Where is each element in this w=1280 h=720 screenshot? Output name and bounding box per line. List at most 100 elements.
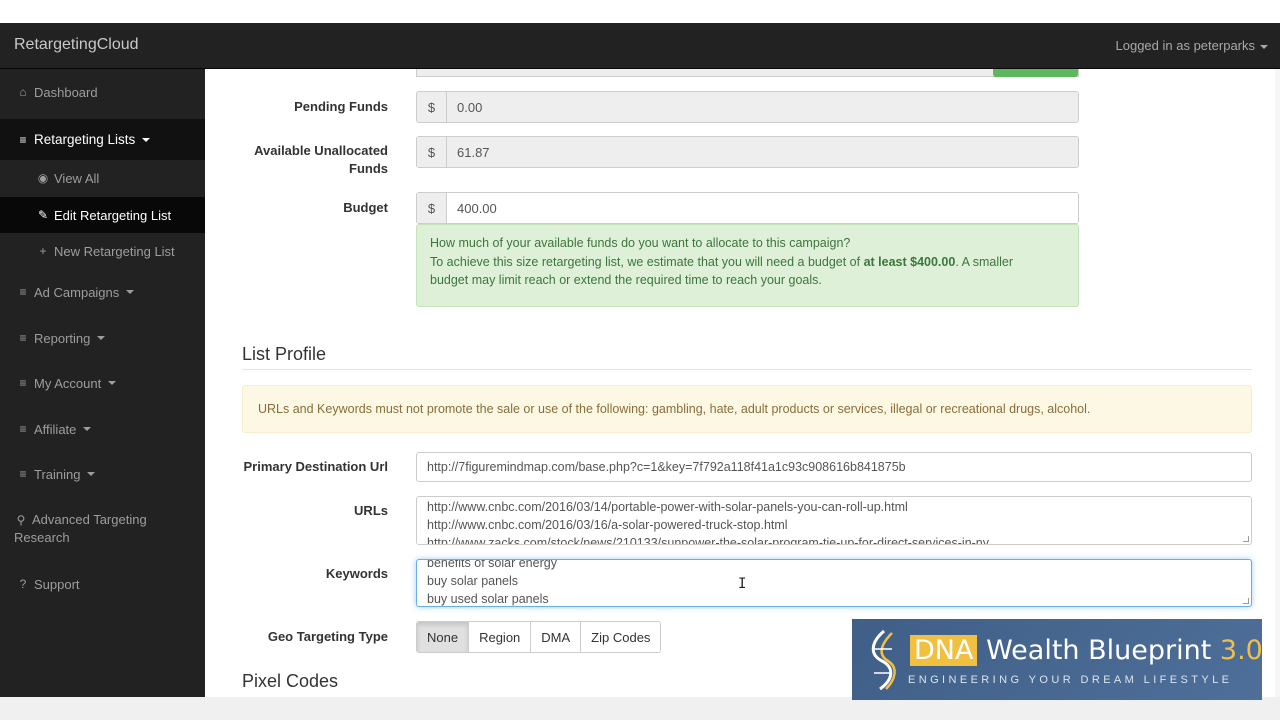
bars-icon: ≡ bbox=[19, 467, 27, 481]
content-policy-alert: URLs and Keywords must not promote the s… bbox=[242, 385, 1252, 433]
budget-help-line3: budget may limit reach or extend the req… bbox=[430, 273, 822, 287]
watermark-badge: DNA Wealth Blueprint 3.0 ENGINEERING YOU… bbox=[852, 619, 1263, 700]
sidebar-item-label: View All bbox=[54, 170, 100, 186]
keywords-textarea[interactable]: benefits of solar energy buy solar panel… bbox=[416, 559, 1252, 607]
sidebar-item-label: Support bbox=[34, 576, 80, 592]
resize-handle-icon[interactable] bbox=[1243, 536, 1249, 542]
sidebar-item-label: Reporting bbox=[34, 330, 91, 346]
pixel-codes-title: Pixel Codes bbox=[242, 671, 339, 691]
budget-label: Budget bbox=[343, 200, 388, 215]
keyword-line: benefits of solar energy bbox=[427, 559, 557, 570]
budget-help-alert: How much of your available funds do you … bbox=[416, 224, 1079, 307]
caret-down-icon bbox=[126, 290, 135, 294]
sidebar-item-label: Training bbox=[34, 466, 81, 482]
available-funds-field: $ 61.87 bbox=[416, 136, 1079, 168]
content-scrollbar[interactable] bbox=[1275, 69, 1280, 697]
caret-down-icon bbox=[108, 381, 117, 385]
sidebar-item-new-retargeting-list[interactable]: + New Retargeting List bbox=[0, 233, 205, 269]
top-band bbox=[0, 0, 1280, 23]
sidebar-item-training[interactable]: ≡ Training bbox=[0, 456, 205, 492]
sidebar-item-affiliate[interactable]: ≡ Affiliate bbox=[0, 411, 205, 447]
primary-destination-url-label: Primary Destination Url bbox=[243, 459, 389, 474]
keyword-line: buy used solar panels bbox=[427, 592, 549, 606]
plus-icon: + bbox=[39, 244, 47, 258]
geo-option-dma[interactable]: DMA bbox=[531, 622, 582, 652]
main-content: Pending Funds $ 0.00 Available Unallocat… bbox=[205, 69, 1280, 697]
sidebar-item-ad-campaigns[interactable]: ≡ Ad Campaigns bbox=[0, 274, 205, 310]
bars-icon: ≡ bbox=[19, 285, 27, 299]
geo-targeting-type-label: Geo Targeting Type bbox=[267, 629, 388, 644]
list-profile-title: List Profile bbox=[242, 344, 327, 364]
screen: RetargetingCloud Logged in as peterparks… bbox=[0, 0, 1280, 720]
logged-in-label: Logged in as peterparks bbox=[1115, 38, 1255, 53]
section-divider bbox=[242, 369, 1252, 370]
caret-down-icon bbox=[83, 427, 92, 431]
sidebar-item-support[interactable]: ? Support bbox=[0, 566, 205, 602]
primary-destination-url-input[interactable]: http://7figuremindmap.com/base.php?c=1&k… bbox=[416, 452, 1252, 482]
sidebar-item-reporting[interactable]: ≡ Reporting bbox=[0, 320, 205, 356]
url-line: http://www.zacks.com/stock/news/210133/s… bbox=[427, 536, 990, 545]
budget-input[interactable]: 400.00 bbox=[447, 193, 1078, 223]
sidebar-item-label: My Account bbox=[34, 375, 102, 391]
sidebar-item-label: Ad Campaigns bbox=[34, 284, 120, 300]
sidebar-item-label: ⚲ Advanced Targeting bbox=[14, 511, 147, 529]
urls-label: URLs bbox=[354, 503, 388, 518]
sidebar-item-view-all[interactable]: ◉ View All bbox=[0, 160, 205, 196]
available-funds-value: 61.87 bbox=[447, 137, 1078, 167]
watermark-subtitle: ENGINEERING YOUR DREAM LIFESTYLE bbox=[908, 674, 1233, 686]
home-icon: ⌂ bbox=[19, 85, 27, 99]
sidebar-item-label: Edit Retargeting List bbox=[54, 207, 172, 223]
sidebar-item-label: Dashboard bbox=[34, 84, 98, 100]
search-icon: ⚲ bbox=[16, 513, 26, 527]
urls-textarea[interactable]: http://www.cnbc.com/2016/03/14/portable-… bbox=[416, 496, 1252, 545]
sidebar: ⌂ Dashboard ≡ Retargeting Lists ◉ View All … bbox=[0, 69, 205, 697]
available-funds-label: Available Unallocated Funds bbox=[254, 143, 388, 176]
caret-down-icon bbox=[142, 137, 151, 142]
user-menu[interactable]: Logged in as peterparks bbox=[1116, 38, 1268, 53]
bottom-band bbox=[0, 697, 1280, 720]
pending-funds-field: $ 0.00 bbox=[416, 91, 1079, 123]
bars-icon: ≡ bbox=[19, 422, 27, 436]
url-line: http://www.cnbc.com/2016/03/14/portable-… bbox=[427, 500, 908, 514]
currency-addon: $ bbox=[417, 92, 447, 122]
text-cursor-icon: I bbox=[738, 576, 747, 592]
budget-help-line2: To achieve this size retargeting list, w… bbox=[430, 254, 1013, 269]
brand-logo[interactable]: RetargetingCloud bbox=[14, 36, 139, 54]
currency-addon: $ bbox=[417, 137, 447, 167]
geo-option-region[interactable]: Region bbox=[469, 622, 532, 652]
keyword-line: buy solar panels bbox=[427, 574, 519, 588]
sidebar-item-label: Affiliate bbox=[34, 421, 77, 437]
sidebar-item-edit-retargeting-list[interactable]: ✎ Edit Retargeting List bbox=[0, 197, 205, 233]
geo-targeting-type-group: None Region DMA Zip Codes bbox=[416, 621, 662, 653]
bars-icon: ≡ bbox=[19, 132, 27, 147]
keywords-label: Keywords bbox=[325, 566, 388, 581]
sidebar-item-my-account[interactable]: ≡ My Account bbox=[0, 365, 205, 401]
caret-down-icon bbox=[1260, 44, 1268, 49]
url-line: http://www.cnbc.com/2016/03/16/a-solar-p… bbox=[427, 518, 788, 532]
geo-option-zip-codes[interactable]: Zip Codes bbox=[581, 622, 661, 652]
partial-input[interactable] bbox=[416, 69, 1079, 77]
pending-funds-value: 0.00 bbox=[447, 92, 1078, 122]
bars-icon: ≡ bbox=[19, 331, 27, 345]
resize-handle-icon[interactable] bbox=[1243, 598, 1249, 604]
sidebar-item-dashboard[interactable]: ⌂ Dashboard bbox=[0, 74, 205, 110]
budget-field[interactable]: $ 400.00 bbox=[416, 192, 1079, 224]
sidebar-item-advanced-targeting-research[interactable]: ⚲ Advanced Targeting Research bbox=[0, 507, 205, 551]
budget-help-line1: How much of your available funds do you … bbox=[430, 236, 851, 250]
sidebar-item-retargeting-lists[interactable]: ≡ Retargeting Lists bbox=[0, 119, 205, 160]
bars-icon: ≡ bbox=[19, 376, 27, 390]
navbar: RetargetingCloud Logged in as peterparks bbox=[0, 23, 1280, 69]
currency-addon: $ bbox=[417, 193, 447, 223]
eye-icon: ◉ bbox=[37, 171, 49, 185]
pending-funds-label: Pending Funds bbox=[294, 99, 388, 114]
sidebar-item-label: New Retargeting List bbox=[54, 243, 175, 259]
dna-helix-icon bbox=[871, 629, 896, 691]
sidebar-item-label: Retargeting Lists bbox=[34, 132, 136, 147]
watermark-title: DNA Wealth Blueprint 3.0 bbox=[910, 635, 1263, 666]
question-icon: ? bbox=[19, 577, 27, 591]
partial-green-button[interactable] bbox=[993, 69, 1078, 77]
caret-down-icon bbox=[97, 336, 106, 340]
caret-down-icon bbox=[87, 472, 96, 476]
geo-option-none[interactable]: None bbox=[417, 622, 470, 652]
sidebar-item-label-line2: Research bbox=[14, 530, 70, 545]
